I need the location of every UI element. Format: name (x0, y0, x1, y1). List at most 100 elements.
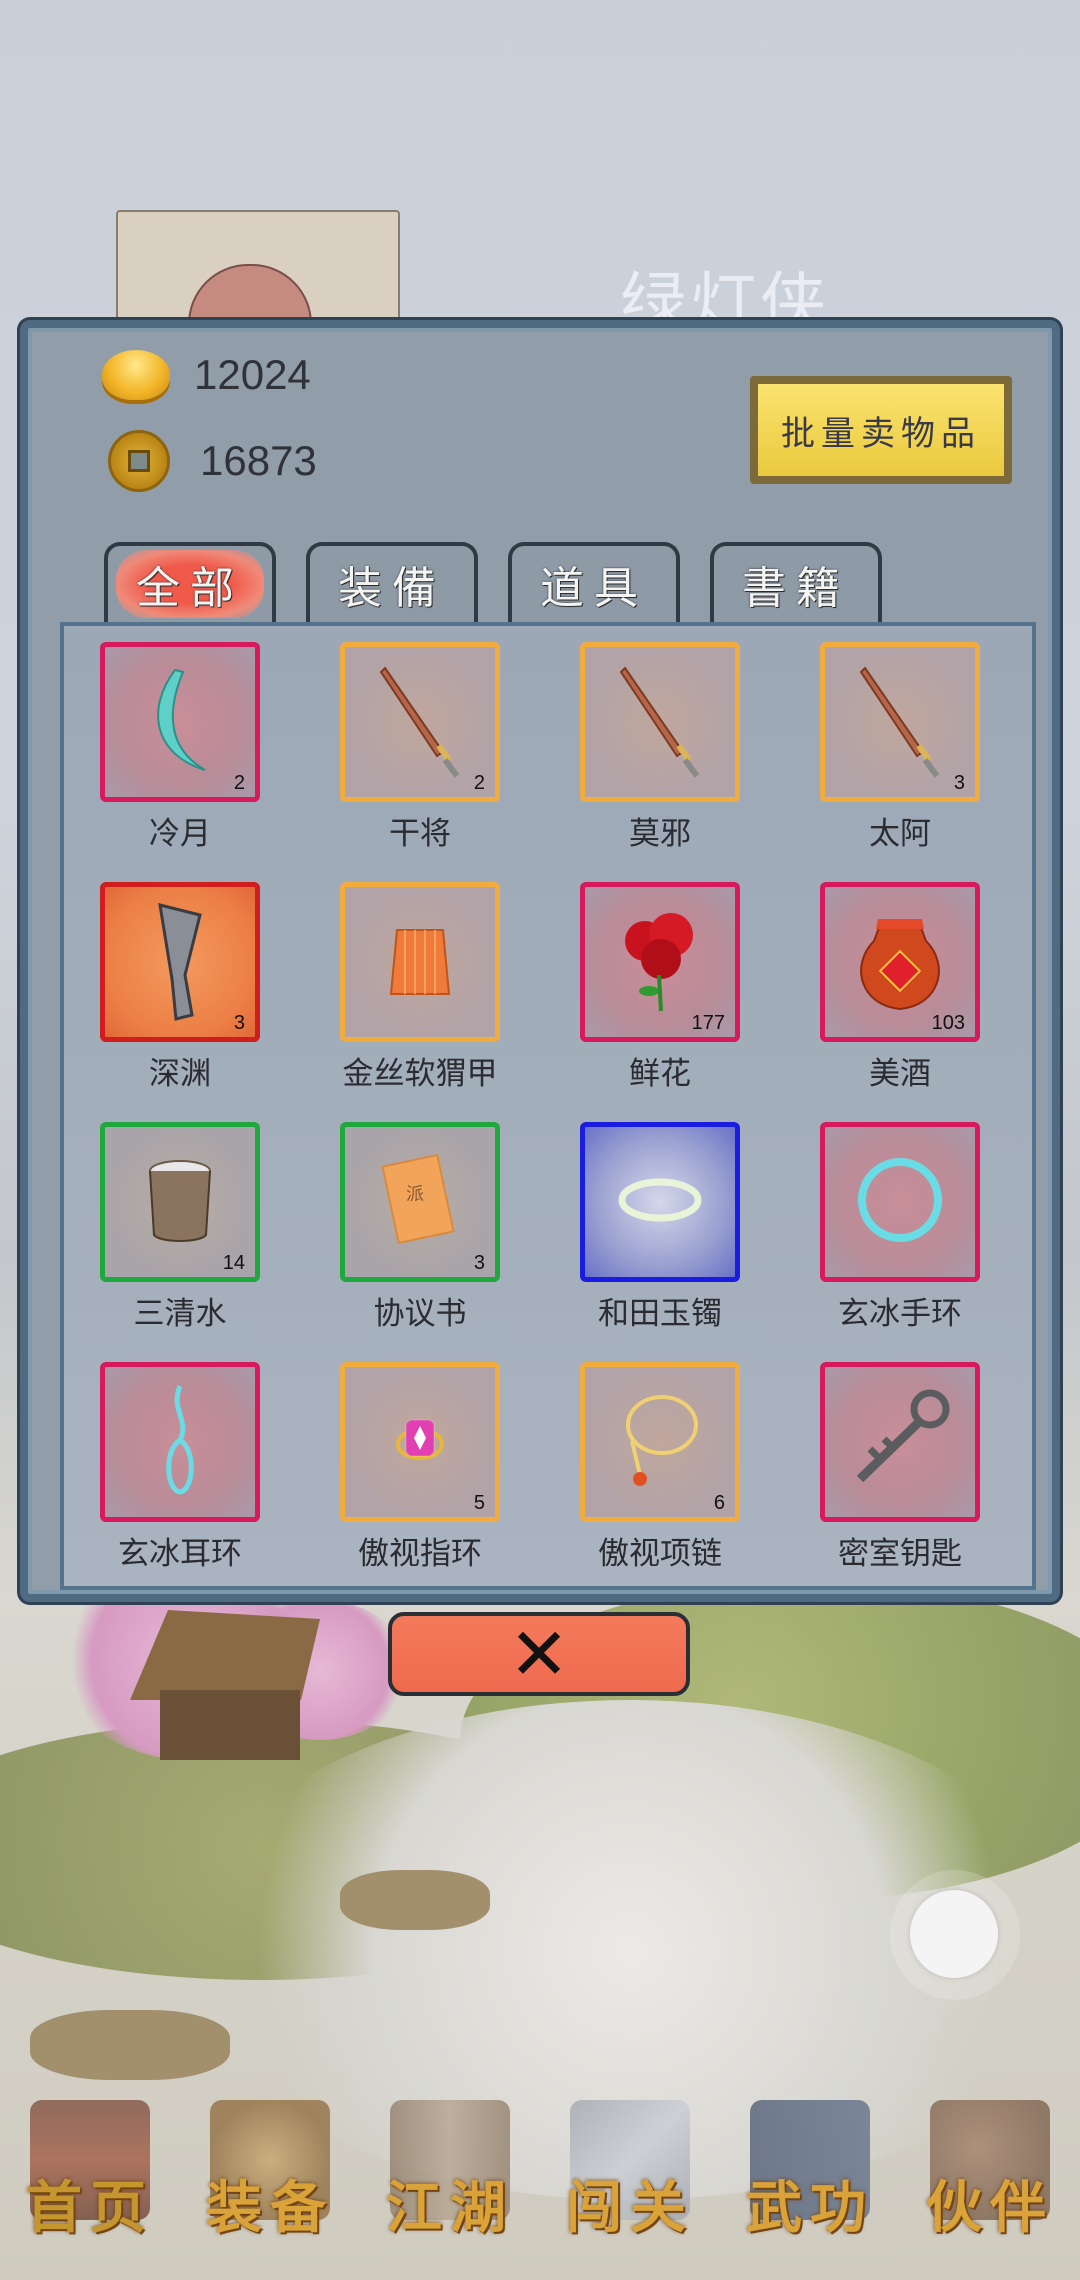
wine-jar-icon (850, 905, 950, 1019)
close-button[interactable]: ✕ (388, 1612, 690, 1696)
item-slot[interactable]: 177 (580, 882, 740, 1042)
item-quantity: 6 (713, 1492, 725, 1514)
item-name: 美酒 (869, 1056, 931, 1092)
sword-icon (845, 660, 955, 784)
tab-all[interactable]: 全部 (104, 542, 276, 622)
item-cell[interactable]: 103 美酒 (780, 882, 1020, 1093)
item-cell[interactable]: 玄冰耳环 (60, 1362, 300, 1573)
item-name: 三清水 (133, 1296, 227, 1332)
item-quantity: 3 (953, 772, 965, 794)
item-slot[interactable]: 103 (820, 882, 980, 1042)
item-quantity: 14 (222, 1252, 245, 1274)
item-slot[interactable] (820, 1362, 980, 1522)
item-slot[interactable]: 2 (100, 642, 260, 802)
item-cell[interactable]: 玄冰手环 (780, 1122, 1020, 1333)
item-name: 莫邪 (629, 816, 691, 852)
category-tabs: 全部 装備 道具 書籍 (104, 542, 882, 622)
background-rock (340, 1870, 490, 1930)
item-cell[interactable]: 莫邪 (540, 642, 780, 853)
svg-text:派: 派 (406, 1184, 424, 1205)
item-quantity: 2 (233, 772, 245, 794)
item-name: 干将 (389, 816, 451, 852)
item-cell[interactable]: 14 三清水 (60, 1122, 300, 1333)
item-name: 密室钥匙 (838, 1536, 962, 1572)
item-slot[interactable]: 3 (820, 642, 980, 802)
tab-props[interactable]: 道具 (508, 542, 680, 622)
item-quantity: 5 (473, 1492, 485, 1514)
tab-label: 装備 (338, 563, 446, 614)
item-name: 傲视项链 (598, 1536, 722, 1572)
nav-label: 首页 (26, 2175, 154, 2241)
item-cell[interactable]: 2 干将 (300, 642, 540, 853)
item-slot[interactable]: 5 (340, 1362, 500, 1522)
item-cell[interactable]: 2 冷月 (60, 642, 300, 853)
item-name: 金丝软猬甲 (342, 1056, 498, 1092)
gold-ingot-icon (102, 350, 170, 400)
item-name: 太阿 (869, 816, 931, 852)
item-slot[interactable] (820, 1122, 980, 1282)
item-name: 鲜花 (629, 1056, 691, 1092)
joystick-knob[interactable] (910, 1890, 998, 1978)
item-quantity: 3 (473, 1252, 485, 1274)
nav-item-equipment[interactable]: 装备 (185, 2060, 355, 2280)
item-slot[interactable] (100, 1362, 260, 1522)
item-cell[interactable]: 密室钥匙 (780, 1362, 1020, 1573)
item-cell[interactable]: 3 太阿 (780, 642, 1020, 853)
nav-item-martial-arts[interactable]: 武功 (725, 2060, 895, 2280)
earring-icon (150, 1380, 210, 1504)
nav-label: 闯关 (566, 2175, 694, 2241)
nav-item-partners[interactable]: 伙伴 (905, 2060, 1075, 2280)
sword-icon (605, 660, 715, 784)
item-cell[interactable]: 5 傲视指环 (300, 1362, 540, 1573)
item-quantity: 177 (691, 1012, 725, 1034)
bottom-nav: 首页 装备 江湖 闯关 武功 伙伴 (0, 2060, 1080, 2280)
item-name: 冷月 (149, 816, 211, 852)
item-cell[interactable]: 和田玉镯 (540, 1122, 780, 1333)
item-slot[interactable]: 6 (580, 1362, 740, 1522)
item-name: 协议书 (373, 1296, 467, 1332)
tab-label: 全部 (116, 550, 264, 618)
item-cell[interactable]: 金丝软猬甲 (300, 882, 540, 1093)
coin-balance: 16873 (102, 430, 317, 492)
nav-label: 江湖 (386, 2175, 514, 2241)
item-slot[interactable]: 2 (340, 642, 500, 802)
item-slot[interactable]: 3 (100, 882, 260, 1042)
item-slot[interactable]: 14 (100, 1122, 260, 1282)
item-cell[interactable]: 3 深渊 (60, 882, 300, 1093)
water-bucket-icon (140, 1155, 220, 1249)
scroll-paper-icon: 派 (380, 1150, 460, 1254)
tab-equipment[interactable]: 装備 (306, 542, 478, 622)
item-cell[interactable]: 177 鲜花 (540, 882, 780, 1093)
jade-bracelet-icon (610, 1165, 710, 1239)
close-x-icon: ✕ (508, 1612, 570, 1696)
nav-label: 装备 (206, 2175, 334, 2241)
tab-label: 書籍 (742, 563, 850, 614)
ice-bracelet-icon (845, 1145, 955, 1259)
item-slot[interactable] (580, 642, 740, 802)
item-name: 深渊 (149, 1056, 211, 1092)
item-cell[interactable]: 6 傲视项链 (540, 1362, 780, 1573)
nav-item-jianghu[interactable]: 江湖 (365, 2060, 535, 2280)
bulk-sell-button[interactable]: 批量卖物品 (750, 376, 1012, 484)
item-slot[interactable]: 派3 (340, 1122, 500, 1282)
nav-item-home[interactable]: 首页 (5, 2060, 175, 2280)
item-name: 玄冰耳环 (118, 1536, 242, 1572)
crescent-blade-icon (135, 660, 225, 784)
copper-coin-icon (108, 430, 170, 492)
item-quantity: 2 (473, 772, 485, 794)
background-hut (130, 1610, 320, 1760)
gold-balance: 12024 (102, 350, 311, 400)
item-slot[interactable] (340, 882, 500, 1042)
tab-books[interactable]: 書籍 (710, 542, 882, 622)
rose-icon (615, 905, 705, 1019)
dark-blade-icon (130, 895, 230, 1029)
nav-label: 伙伴 (926, 2175, 1054, 2241)
coin-value: 16873 (200, 437, 317, 484)
key-icon (840, 1385, 960, 1499)
nav-item-challenge[interactable]: 闯关 (545, 2060, 715, 2280)
item-cell[interactable]: 派 3 协议书 (300, 1122, 540, 1333)
item-name: 和田玉镯 (598, 1296, 722, 1332)
item-slot[interactable] (580, 1122, 740, 1282)
item-name: 玄冰手环 (838, 1296, 962, 1332)
bulk-sell-label: 批量卖物品 (758, 384, 1004, 476)
